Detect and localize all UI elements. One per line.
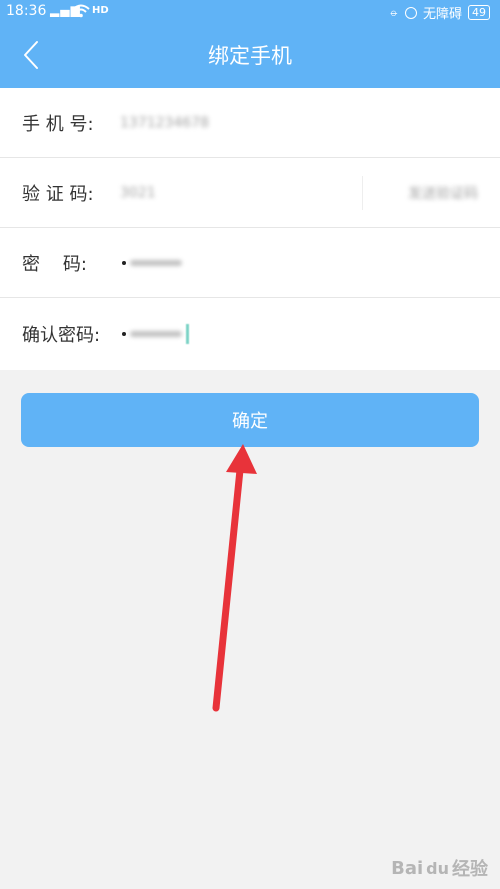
divider (362, 176, 363, 210)
code-row: 验 证 码: 3021 发送验证码 (0, 158, 500, 228)
code-label: 验 证 码: (22, 183, 94, 205)
confirm-password-input[interactable] (122, 298, 189, 370)
phone-row: 手 机 号: 1371234678 (0, 88, 500, 158)
battery-icon: 49 (468, 5, 490, 20)
watermark-text: Bai (391, 857, 424, 879)
send-code-button[interactable]: 发送验证码 (408, 158, 478, 227)
lock-rotation-icon (404, 6, 417, 19)
text-cursor (186, 324, 189, 344)
confirm-button[interactable]: 确定 (21, 393, 479, 447)
paw-logo-icon: du (426, 858, 449, 878)
password-label: 密 码: (22, 253, 87, 275)
password-input[interactable] (122, 228, 182, 297)
password-dot (122, 260, 126, 265)
password-mask (130, 259, 182, 266)
baidu-watermark: Bai du 经验 (391, 855, 488, 881)
hd-badge: HD (92, 5, 109, 16)
status-bar: 18:36 ▂▄▆ HD ⦵ 无障碍 49 (0, 0, 500, 24)
nav-bar: 绑定手机 (0, 24, 500, 88)
password-mask (130, 331, 182, 337)
password-dot (122, 332, 126, 336)
phone-input[interactable]: 1371234678 (120, 88, 209, 157)
status-time: 18:36 (6, 3, 47, 19)
confirm-password-row: 确认密码: (0, 298, 500, 370)
status-right: ⦵ 无障碍 49 (389, 3, 490, 22)
vibrate-icon: ⦵ (388, 5, 399, 19)
wifi-icon (72, 4, 90, 22)
phone-label: 手 机 号: (22, 113, 94, 135)
confirm-password-label: 确认密码: (22, 325, 101, 346)
code-input[interactable]: 3021 (120, 158, 156, 227)
bind-phone-form: 手 机 号: 1371234678 验 证 码: 3021 发送验证码 密 码:… (0, 88, 500, 370)
accessibility-label: 无障碍 (422, 7, 462, 22)
password-row: 密 码: (0, 228, 500, 298)
page-title: 绑定手机 (208, 44, 292, 68)
watermark-suffix: 经验 (452, 859, 488, 880)
